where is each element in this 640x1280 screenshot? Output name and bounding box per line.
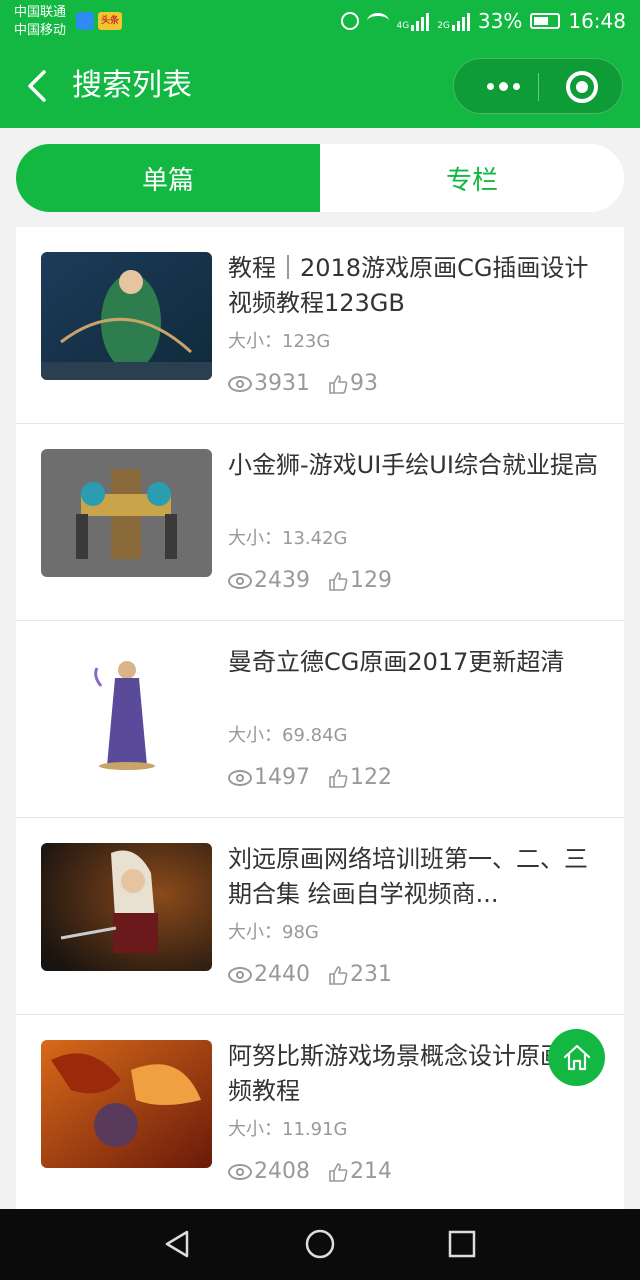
like-count: 122	[350, 765, 392, 790]
back-arrow-icon[interactable]	[24, 68, 60, 104]
like-count: 129	[350, 568, 392, 593]
toutiao-app-icon: 头条	[98, 12, 122, 30]
item-stats: 3931 93	[228, 371, 378, 396]
eye-icon	[228, 572, 252, 589]
item-stats: 2439 129	[228, 568, 392, 593]
view-count: 1497	[254, 765, 310, 790]
thumbs-up-icon	[329, 965, 348, 985]
view-count: 3931	[254, 371, 310, 396]
shield-app-icon	[76, 12, 94, 30]
item-stats: 1497 122	[228, 765, 392, 790]
tab-bar: 单篇 专栏	[16, 144, 624, 212]
tab-single[interactable]: 单篇	[16, 144, 320, 212]
battery-percent: 33%	[477, 9, 523, 33]
status-bar: 中国联通 中国移动 头条 4G 2G 33% 16:48	[0, 0, 640, 46]
thumbs-up-icon	[329, 1162, 348, 1182]
thumbs-up-icon	[329, 571, 348, 591]
thumbs-up-icon	[329, 768, 348, 788]
network-type-1: 4G	[396, 21, 410, 31]
signal-icon-2: 2G	[437, 11, 470, 31]
capsule-divider	[538, 73, 539, 101]
view-count: 2408	[254, 1159, 310, 1184]
result-list: 教程｜2018游戏原画CG插画设计视频教程123GB 大小：123G 3931 …	[16, 227, 624, 1209]
list-item[interactable]: 小金狮-游戏UI手绘UI综合就业提高 大小：13.42G 2439 129	[16, 424, 624, 621]
like-count: 93	[350, 371, 378, 396]
list-item[interactable]: 阿努比斯游戏场景概念设计原画视频教程 大小：11.91G 2408 214	[16, 1015, 624, 1209]
status-indicators: 4G 2G 33% 16:48	[340, 9, 626, 33]
list-item[interactable]: 曼奇立德CG原画2017更新超清 大小：69.84G 1497 122	[16, 621, 624, 818]
item-title: 曼奇立德CG原画2017更新超清	[228, 648, 565, 676]
thumbnail-image	[41, 1040, 212, 1168]
miniprogram-capsule	[453, 58, 623, 114]
signal-icon-1: 4G	[397, 11, 430, 31]
system-recents-icon[interactable]	[445, 1227, 479, 1261]
item-title: 教程｜2018游戏原画CG插画设计视频教程123GB	[228, 254, 589, 317]
system-navigation-bar	[0, 1209, 640, 1280]
item-size: 大小：69.84G	[228, 725, 348, 746]
item-title: 刘远原画网络培训班第一、二、三期合集 绘画自学视频商...	[228, 845, 588, 908]
navigation-bar: 搜索列表	[0, 46, 640, 128]
eye-icon	[228, 769, 252, 786]
network-type-2: 2G	[437, 21, 450, 31]
system-back-icon[interactable]	[161, 1227, 195, 1261]
view-count: 2440	[254, 962, 310, 987]
list-item[interactable]: 刘远原画网络培训班第一、二、三期合集 绘画自学视频商... 大小：98G 244…	[16, 818, 624, 1015]
list-item[interactable]: 教程｜2018游戏原画CG插画设计视频教程123GB 大小：123G 3931 …	[16, 227, 624, 424]
item-size: 大小：13.42G	[228, 528, 348, 549]
home-button[interactable]	[548, 1029, 605, 1086]
more-options-icon[interactable]	[478, 71, 528, 101]
wifi-icon	[366, 13, 389, 29]
home-icon	[563, 1044, 590, 1070]
eye-icon	[228, 375, 252, 392]
system-home-icon[interactable]	[303, 1227, 337, 1261]
view-count: 2439	[254, 568, 310, 593]
item-size: 大小：123G	[228, 331, 331, 352]
item-size: 大小：98G	[228, 922, 319, 943]
thumbnail-image	[41, 646, 212, 774]
battery-icon	[530, 13, 561, 29]
eye-icon	[228, 966, 252, 983]
eye-icon	[228, 1163, 252, 1180]
item-size: 大小：11.91G	[228, 1119, 348, 1140]
alarm-icon	[340, 12, 359, 30]
item-title: 阿努比斯游戏场景概念设计原画视频教程	[228, 1042, 588, 1105]
page-title: 搜索列表	[72, 68, 192, 103]
item-title: 小金狮-游戏UI手绘UI综合就业提高	[228, 451, 598, 479]
carrier-1: 中国联通	[14, 5, 67, 20]
thumbnail-image	[41, 449, 212, 577]
clock: 16:48	[568, 9, 626, 33]
like-count: 214	[350, 1159, 392, 1184]
carrier-info: 中国联通 中国移动	[14, 4, 66, 40]
tab-column[interactable]: 专栏	[320, 144, 624, 212]
like-count: 231	[350, 962, 392, 987]
item-stats: 2408 214	[228, 1159, 392, 1184]
item-stats: 2440 231	[228, 962, 392, 987]
close-miniprogram-icon[interactable]	[566, 71, 598, 103]
thumbnail-image	[41, 843, 212, 971]
carrier-2: 中国移动	[14, 23, 67, 38]
thumbs-up-icon	[329, 374, 348, 394]
thumbnail-image	[41, 252, 212, 380]
